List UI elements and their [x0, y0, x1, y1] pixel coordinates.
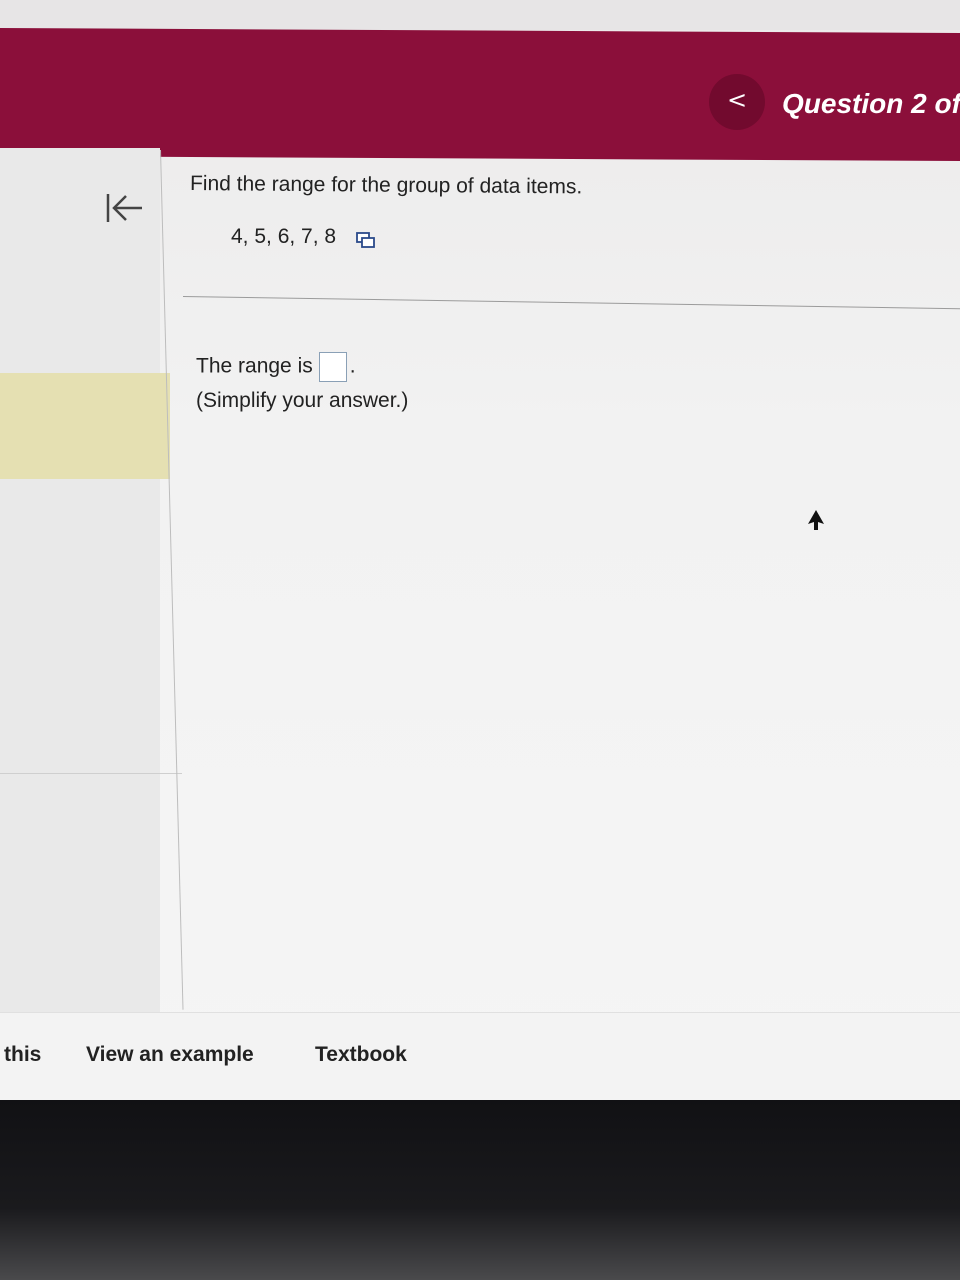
mouse-cursor-icon — [808, 510, 824, 530]
chevron-left-icon: < — [726, 86, 748, 114]
answer-line: The range is. — [196, 352, 356, 382]
answer-prefix: The range is — [196, 354, 313, 378]
footer-link-this[interactable]: this — [4, 1043, 41, 1067]
data-items: 4, 5, 6, 7, 8 — [231, 225, 337, 248]
question-prompt: Find the range for the group of data ite… — [189, 172, 583, 199]
monitor-bezel — [0, 1100, 960, 1280]
view-example-link[interactable]: View an example — [86, 1043, 254, 1067]
answer-hint: (Simplify your answer.) — [196, 389, 409, 412]
panel-divider — [160, 149, 184, 1010]
section-divider — [182, 296, 960, 310]
left-panel-divider — [0, 773, 182, 774]
previous-question-button[interactable]: < — [709, 74, 765, 130]
screen: < Question 2 of Find the range for the g… — [0, 0, 960, 1100]
question-counter: Question 2 of — [782, 88, 960, 119]
answer-suffix: . — [349, 354, 356, 378]
browser-top-strip — [0, 0, 960, 30]
left-panel-highlight — [0, 373, 170, 479]
copy-data-icon[interactable] — [356, 231, 376, 249]
range-answer-input[interactable] — [318, 352, 347, 382]
left-panel — [0, 148, 160, 1018]
collapse-left-icon[interactable] — [100, 188, 148, 228]
textbook-link[interactable]: Textbook — [315, 1043, 407, 1067]
